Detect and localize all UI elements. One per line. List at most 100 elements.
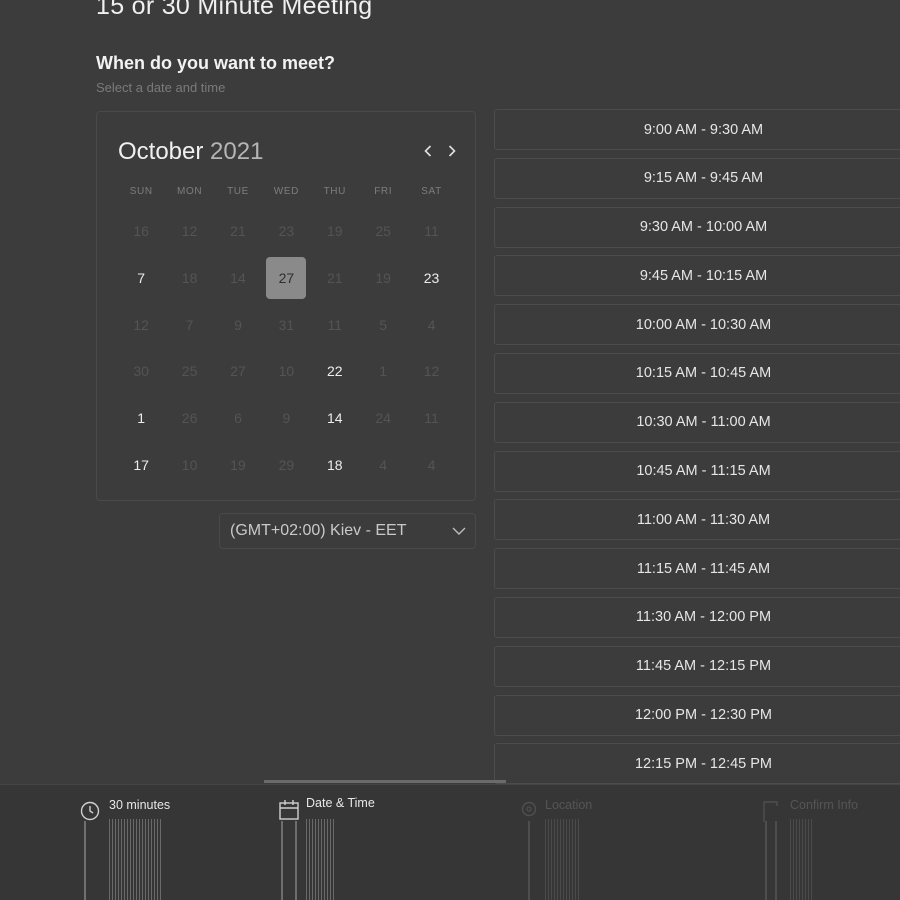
- calendar-icon: [279, 800, 299, 820]
- time-slot-button[interactable]: 9:30 AM - 10:00 AM: [494, 206, 900, 248]
- calendar-day-number: 4: [427, 316, 436, 333]
- calendar-day-number: 18: [326, 456, 343, 473]
- calendar-nav: [419, 140, 461, 162]
- location-pin-icon: [521, 801, 537, 817]
- calendar-day-number: 19: [375, 270, 391, 287]
- step-label-duration: 30 minutes: [109, 798, 171, 812]
- time-slot-button[interactable]: 9:00 AM - 9:30 AM: [494, 109, 900, 150]
- calendar-day-number: 12: [133, 316, 149, 333]
- calendar-day-number: 11: [424, 410, 439, 427]
- weekday-header: FRI: [374, 186, 393, 197]
- clock-icon: [80, 801, 100, 821]
- calendar-day: 5: [359, 301, 407, 348]
- calendar-day: 25: [359, 208, 407, 255]
- calendar-day-number: 25: [181, 363, 198, 380]
- calendar-day: 11: [311, 301, 359, 348]
- calendar-day-number: 11: [327, 316, 343, 333]
- calendar-day-number: 14: [230, 270, 246, 287]
- calendar-day: 4: [359, 441, 407, 488]
- calendar-day[interactable]: 14: [311, 395, 359, 442]
- calendar-day: 10: [165, 441, 213, 488]
- calendar-day-number: 5: [379, 316, 388, 333]
- section-hint: Select a date and time: [96, 80, 226, 95]
- step-duration: 30 minutes: [80, 785, 200, 900]
- calendar-day-number: 22: [326, 363, 343, 380]
- time-slot-button[interactable]: 10:45 AM - 11:15 AM: [494, 450, 900, 492]
- calendar-day[interactable]: 17: [117, 441, 165, 488]
- prev-month-button[interactable]: [419, 140, 437, 162]
- calendar-day-number: 12: [423, 363, 440, 380]
- calendar-day: 11: [407, 208, 455, 255]
- calendar-month: October: [118, 138, 204, 165]
- timezone-select[interactable]: (GMT+02:00) Kiev - EET: [219, 513, 476, 549]
- calendar-day: 1: [359, 348, 407, 395]
- weekday-header: WED: [273, 186, 299, 197]
- calendar-day: 12: [165, 208, 213, 255]
- calendar-day: 18: [165, 255, 213, 302]
- calendar-day: 16: [117, 208, 165, 255]
- time-slot-label: 10:15 AM - 10:45 AM: [635, 365, 772, 382]
- time-slot-label: 9:00 AM - 9:30 AM: [643, 121, 764, 138]
- calendar-day: 9: [262, 395, 310, 442]
- calendar-day-number: 9: [282, 410, 291, 427]
- calendar-day-number: 21: [230, 223, 246, 240]
- calendar-day-number: 7: [137, 270, 146, 287]
- calendar-day-number: 1: [379, 363, 388, 380]
- time-slot-button[interactable]: 11:30 AM - 12:00 PM: [494, 596, 900, 638]
- calendar-day-number: 23: [423, 270, 440, 287]
- time-slot-button[interactable]: 12:15 PM - 12:45 PM: [494, 743, 900, 785]
- calendar-day-selected[interactable]: 27: [262, 255, 310, 302]
- calendar-day-number: 25: [375, 223, 391, 240]
- calendar-day[interactable]: 7: [117, 255, 165, 302]
- calendar-day[interactable]: 1: [117, 395, 165, 442]
- time-slot-button[interactable]: 11:00 AM - 11:30 AM: [494, 499, 900, 541]
- calendar-day[interactable]: 18: [311, 441, 359, 488]
- page-title: 15 or 30 Minute Meeting: [96, 0, 373, 20]
- calendar-day: 30: [117, 348, 165, 395]
- calendar-day-number: 4: [427, 456, 436, 473]
- time-slot-button[interactable]: 10:00 AM - 10:30 AM: [494, 304, 900, 346]
- calendar-month-year: October 2021: [118, 138, 263, 166]
- calendar-day-number: 19: [230, 456, 246, 473]
- time-slot-button[interactable]: 9:15 AM - 9:45 AM: [494, 157, 900, 199]
- calendar-year: 2021: [210, 138, 264, 165]
- calendar-day: 23: [262, 208, 310, 255]
- time-slot-label: 9:30 AM - 10:00 AM: [639, 219, 768, 236]
- chevron-down-icon: [452, 527, 466, 535]
- calendar-day[interactable]: 23: [407, 255, 455, 302]
- chevron-left-icon: [424, 145, 432, 157]
- calendar-day-number: 9: [234, 316, 242, 333]
- time-slot-button[interactable]: 11:45 AM - 12:15 PM: [494, 645, 900, 687]
- calendar-day: 12: [117, 301, 165, 348]
- calendar-day: 19: [311, 208, 359, 255]
- step-date-time: Date & Time: [279, 785, 399, 900]
- calendar-day: 21: [214, 208, 262, 255]
- time-slot-button[interactable]: 11:15 AM - 11:45 AM: [494, 548, 900, 590]
- time-slot-label: 9:45 AM - 10:15 AM: [639, 267, 768, 284]
- time-slot-label: 11:45 AM - 12:15 PM: [635, 658, 772, 675]
- calendar-day: 31: [262, 301, 310, 348]
- calendar-day: 29: [262, 441, 310, 488]
- time-slot-button[interactable]: 10:30 AM - 11:00 AM: [494, 401, 900, 443]
- calendar-day: 26: [165, 395, 213, 442]
- time-slot-button[interactable]: 9:45 AM - 10:15 AM: [494, 255, 900, 297]
- time-slot-list: 9:00 AM - 9:30 AM 9:15 AM - 9:45 AM 9:30 A…: [494, 109, 900, 792]
- calendar-day-number: 7: [185, 316, 194, 333]
- time-slot-button[interactable]: 10:15 AM - 10:45 AM: [494, 352, 900, 394]
- calendar-day-number: 6: [234, 410, 242, 427]
- calendar-day: 4: [407, 301, 455, 348]
- next-month-button[interactable]: [443, 140, 461, 162]
- calendar-day[interactable]: 22: [311, 348, 359, 395]
- calendar-day: 21: [311, 255, 359, 302]
- calendar-grid: SUN MON TUE WED THU FRI SAT 16 12 21 23 19 25 11 7 18 14…: [117, 184, 457, 488]
- step-label-confirm: Confirm Info: [790, 798, 859, 812]
- calendar-day: 6: [214, 395, 262, 442]
- time-slot-button[interactable]: 12:00 PM - 12:30 PM: [494, 694, 900, 736]
- scheduler-page: 15 or 30 Minute Meeting When do you want…: [0, 0, 900, 900]
- calendar-day-number: 12: [181, 223, 198, 240]
- calendar-day-number: 26: [181, 410, 198, 427]
- calendar-day: 27: [214, 348, 262, 395]
- time-slot-label: 10:45 AM - 11:15 AM: [636, 463, 771, 480]
- calendar-day-number: 16: [133, 223, 149, 240]
- time-slot-label: 10:30 AM - 11:00 AM: [636, 414, 771, 431]
